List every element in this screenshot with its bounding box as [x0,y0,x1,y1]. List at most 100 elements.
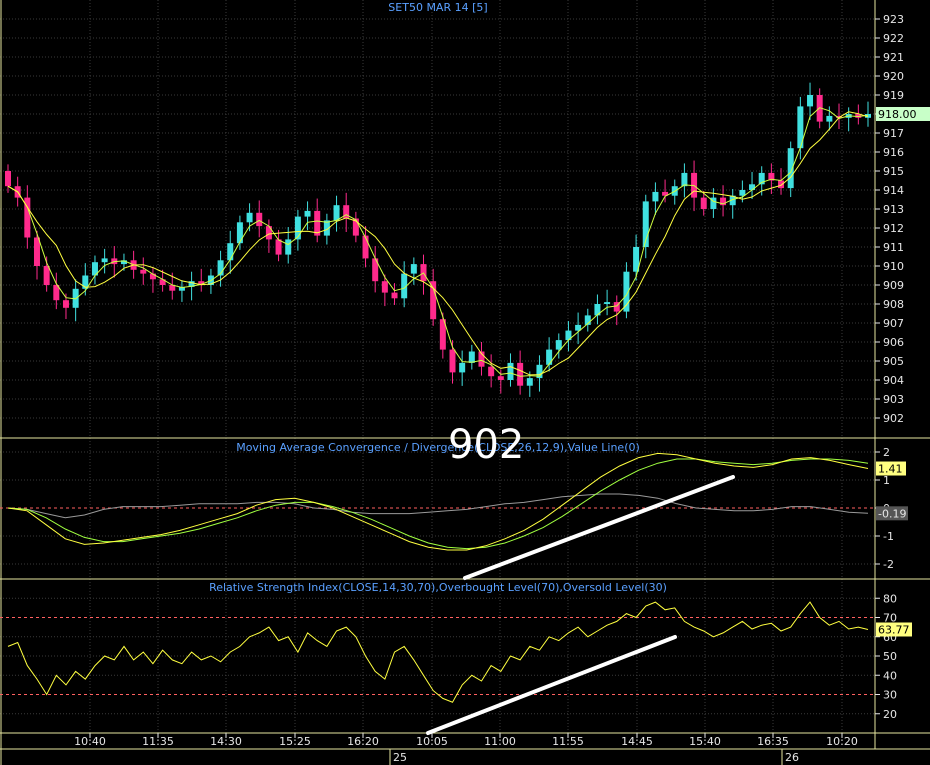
candle-body [256,212,263,227]
candle-body [381,281,388,293]
candle-body [826,115,833,122]
candle-body [410,264,417,274]
candle-body [555,340,562,350]
candle-body [739,190,746,196]
candle-body [275,239,282,255]
y-tick-label: 915 [883,165,904,178]
candle-body [488,366,495,377]
candle-body [681,172,688,187]
macd-title: Moving Average Convergence / Divergence(… [236,441,640,454]
y-tick-label: 923 [883,13,904,26]
y-tick-label: 80 [883,592,897,605]
x-tick-label: 10:05 [416,735,448,748]
x-tick-label: 11:35 [142,735,174,748]
x-tick-label: 10:40 [74,735,106,748]
y-tick-label: 922 [883,32,904,45]
candle-body [227,243,234,261]
y-tick-label: 912 [883,222,904,235]
y-tick-label: 906 [883,336,904,349]
candle-body [526,378,533,386]
candle-body [5,171,11,187]
y-tick-label: 907 [883,317,904,330]
y-tick-label: 40 [883,669,897,682]
price-annotation: 902 [448,422,524,468]
price-panel: SET50 MAR 14 [5] 902 903 904 905 906 907 908 909… [5,1,930,425]
y-tick-label: 20 [883,708,897,721]
y-tick-label: 904 [883,374,904,387]
y-tick-label: -1 [883,530,894,543]
candle-body [265,226,272,240]
candle-body [285,239,292,255]
candle-body [333,205,340,221]
candle-body [246,212,253,223]
y-tick-label: 902 [883,412,904,425]
rsi-title: Relative Strength Index(CLOSE,14,30,70),… [209,581,667,594]
rsi-trendline [426,635,677,735]
rsi-panel: Relative Strength Index(CLOSE,14,30,70),… [0,581,912,721]
y-tick-label: 913 [883,203,904,216]
candle-body [43,266,50,285]
candle-body [468,351,475,363]
candle-body [507,362,514,380]
candle-body [101,258,108,263]
candle-body [459,362,466,373]
y-tick-label: 919 [883,89,904,102]
candle-body [546,349,553,365]
candle-body [236,222,243,244]
y-tick-label: 903 [883,393,904,406]
signal-line [7,458,869,550]
y-tick-label: 30 [883,689,897,702]
macd-value-label: 1.41 [878,463,903,476]
candle-body [294,216,301,240]
y-tick-label: 914 [883,184,904,197]
y-tick-label: 917 [883,127,904,140]
chart-title: SET50 MAR 14 [5] [388,1,487,14]
candle-body [449,349,456,373]
chart-svg: SET50 MAR 14 [5] 902 903 904 905 906 907 908 909… [0,0,930,765]
y-tick-label: 905 [883,355,904,368]
date-label: 26 [785,751,799,764]
y-tick-label: 1 [883,474,890,487]
overlay: 902 [426,422,735,735]
y-tick-label: 916 [883,146,904,159]
y-tick-label: -2 [883,558,894,571]
last-price-label: 918.00 [878,108,917,121]
x-tick-label: 14:45 [621,735,653,748]
hist-value-label: -0.19 [878,507,906,520]
y-tick-label: 920 [883,70,904,83]
y-tick-label: 50 [883,650,897,663]
chart-stage: SET50 MAR 14 [5] 902 903 904 905 906 907 908 909… [0,0,930,765]
panels [0,0,930,765]
ma-slow-line [7,111,869,376]
x-tick-label: 16:20 [347,735,379,748]
rsi-value-label: 63.77 [878,623,910,636]
candle-body [604,302,611,304]
x-tick-label: 10:20 [826,735,858,748]
candle-body [497,376,504,380]
candle-body [700,197,707,209]
x-tick-label: 14:30 [210,735,242,748]
candle-body [517,362,524,386]
x-tick-label: 15:40 [689,735,721,748]
ma-fast-line [7,107,869,377]
x-tick-label: 11:55 [552,735,584,748]
y-tick-label: 910 [883,260,904,273]
candle-body [391,292,398,299]
x-tick-label: 16:35 [757,735,789,748]
candle-body [62,300,69,308]
candle-body [749,184,756,190]
candle-body [807,95,814,107]
candle-body [778,180,785,189]
y-tick-label: 921 [883,51,904,64]
candle-body [362,235,369,259]
y-tick-label: 908 [883,298,904,311]
y-tick-label: 909 [883,279,904,292]
candle-body [33,237,40,266]
y-tick-label: 2 [883,446,890,459]
x-tick-label: 15:25 [279,735,311,748]
x-tick-label: 11:00 [484,735,516,748]
date-label: 25 [393,751,407,764]
candle-body [304,210,311,217]
candle-body [140,269,147,274]
y-tick-label: 911 [883,241,904,254]
